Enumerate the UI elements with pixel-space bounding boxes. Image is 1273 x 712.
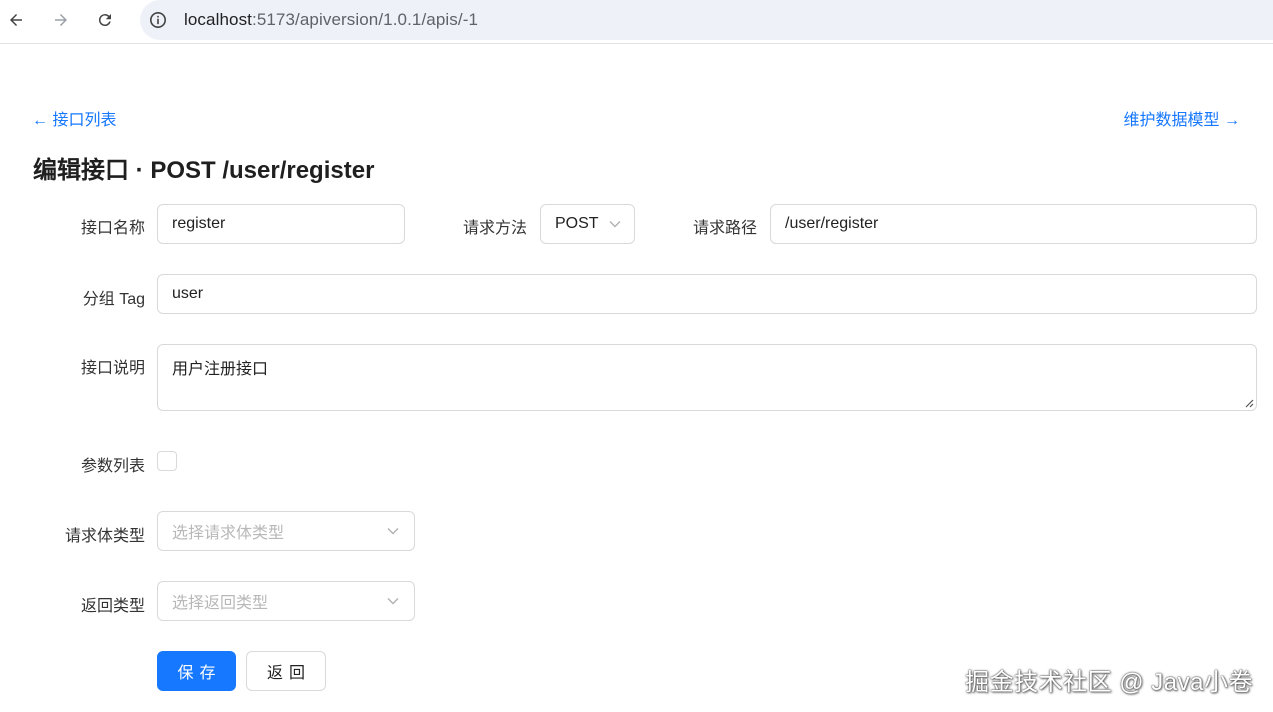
params-checkbox[interactable] (157, 451, 177, 471)
params-label: 参数列表 (80, 458, 145, 475)
description-textarea[interactable]: 用户注册接口 (157, 344, 1257, 411)
api-name-input[interactable]: register (157, 204, 405, 244)
return-type-placeholder: 选择返回类型 (172, 595, 269, 612)
back-arrow-icon[interactable] (2, 8, 30, 32)
url-text: localhost:5173/apiversion/1.0.1/apis/-1 (184, 10, 478, 30)
forward-arrow-icon[interactable] (47, 8, 75, 32)
path-value: /user/register (785, 215, 879, 232)
api-name-label: 接口名称 (80, 220, 145, 237)
chevron-down-icon (387, 528, 399, 535)
method-select[interactable]: POST (540, 204, 635, 244)
reload-icon[interactable] (91, 8, 119, 32)
back-to-list-link[interactable]: ← 接口列表 (32, 106, 116, 130)
chevron-down-icon (609, 221, 621, 228)
method-value: POST (555, 215, 599, 232)
api-name-value: register (172, 215, 226, 232)
watermark: 掘金技术社区 @ Java小卷 (965, 669, 1253, 696)
save-button[interactable]: 保存 (157, 651, 236, 691)
url-path: :5173/apiversion/1.0.1/apis/-1 (252, 10, 479, 29)
browser-toolbar: localhost:5173/apiversion/1.0.1/apis/-1 (0, 0, 1273, 44)
resize-handle-icon[interactable] (1244, 398, 1254, 408)
body-type-label: 请求体类型 (64, 528, 145, 545)
address-bar[interactable]: localhost:5173/apiversion/1.0.1/apis/-1 (140, 0, 1273, 40)
body-type-select[interactable]: 选择请求体类型 (157, 511, 415, 551)
tag-value: user (172, 285, 204, 302)
return-type-select[interactable]: 选择返回类型 (157, 581, 415, 621)
url-host: localhost (184, 10, 252, 29)
path-input[interactable]: /user/register (770, 204, 1257, 244)
info-icon[interactable] (148, 10, 168, 30)
tag-label: 分组 Tag (82, 291, 145, 308)
path-label: 请求路径 (692, 220, 757, 237)
page-title: 编辑接口 · POST /user/register (33, 157, 375, 184)
description-value: 用户注册接口 (172, 361, 269, 378)
maintain-data-model-link[interactable]: 维护数据模型 → (1124, 106, 1240, 130)
description-label: 接口说明 (80, 360, 145, 377)
tag-input[interactable]: user (157, 274, 1257, 314)
return-type-label: 返回类型 (80, 598, 145, 615)
return-button[interactable]: 返回 (246, 651, 326, 691)
method-label: 请求方法 (462, 220, 527, 237)
chevron-down-icon (387, 598, 399, 605)
body-type-placeholder: 选择请求体类型 (172, 525, 285, 542)
